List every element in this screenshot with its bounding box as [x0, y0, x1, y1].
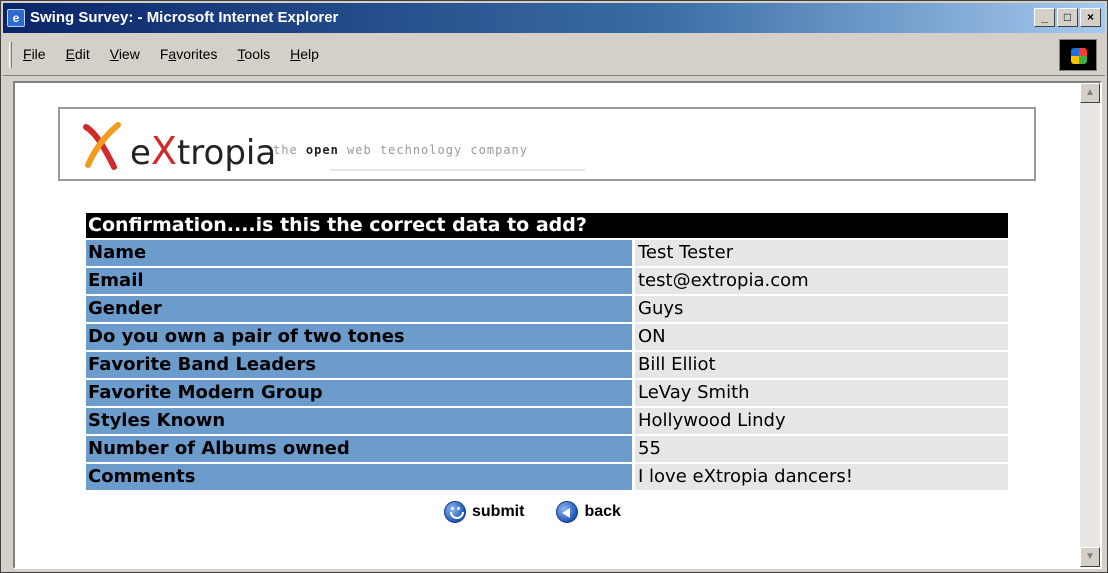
smiley-icon[interactable] [444, 501, 466, 523]
field-value: Guys [635, 296, 1008, 322]
table-row: Favorite Modern Group LeVay Smith [86, 380, 1008, 406]
title-bar[interactable]: e Swing Survey: - Microsoft Internet Exp… [3, 3, 1105, 33]
field-label: Do you own a pair of two tones [86, 324, 632, 350]
field-value: Hollywood Lindy [635, 408, 1008, 434]
field-value: Bill Elliot [635, 352, 1008, 378]
maximize-button[interactable]: □ [1057, 8, 1078, 27]
close-button[interactable]: × [1080, 8, 1101, 27]
minimize-button[interactable]: _ [1034, 8, 1055, 27]
field-value: test@extropia.com [635, 268, 1008, 294]
field-label: Gender [86, 296, 632, 322]
logo-tagline: the open web technology company [273, 143, 528, 157]
window-controls: _ □ × [1034, 8, 1101, 27]
field-value: LeVay Smith [635, 380, 1008, 406]
scroll-up-button[interactable]: ▲ [1080, 83, 1100, 103]
table-row: Do you own a pair of two tones ON [86, 324, 1008, 350]
menu-tools[interactable]: Tools [237, 46, 270, 62]
field-label: Number of Albums owned [86, 436, 632, 462]
windows-logo-throbber [1059, 39, 1097, 71]
field-label: Comments [86, 464, 632, 490]
back-label[interactable]: back [584, 503, 620, 521]
extropia-logo-icon [83, 122, 121, 170]
table-row: Name Test Tester [86, 240, 1008, 266]
field-label: Favorite Band Leaders [86, 352, 632, 378]
table-row: Favorite Band Leaders Bill Elliot [86, 352, 1008, 378]
confirmation-header: Confirmation....is this the correct data… [86, 213, 1008, 238]
submit-button[interactable]: submit [444, 501, 524, 523]
field-label: Favorite Modern Group [86, 380, 632, 406]
logo-banner: eXtropia the open web technology company [58, 107, 1036, 181]
menu-edit[interactable]: Edit [66, 46, 90, 62]
windows-flag-icon [1071, 48, 1087, 64]
menu-help[interactable]: Help [290, 46, 319, 62]
menu-file[interactable]: File [23, 46, 46, 62]
back-arrow-icon[interactable] [556, 501, 579, 523]
field-value: I love eXtropia dancers! [635, 464, 1008, 490]
menu-favorites[interactable]: Favorites [160, 46, 218, 62]
menu-grip[interactable] [9, 42, 12, 68]
menu-items: File Edit View Favorites Tools Help [23, 46, 319, 62]
table-row: Number of Albums owned 55 [86, 436, 1008, 462]
field-value: Test Tester [635, 240, 1008, 266]
field-value: ON [635, 324, 1008, 350]
browser-window: e Swing Survey: - Microsoft Internet Exp… [0, 0, 1108, 573]
ie-icon: e [7, 9, 25, 27]
menu-bar: File Edit View Favorites Tools Help [3, 34, 1105, 76]
confirmation-table: Confirmation....is this the correct data… [86, 213, 1008, 490]
back-button[interactable]: back [556, 501, 621, 523]
logo-wordmark: eXtropia [130, 129, 277, 173]
vertical-scrollbar[interactable]: ▲ ▼ [1080, 83, 1100, 567]
field-value: 55 [635, 436, 1008, 462]
submit-label[interactable]: submit [472, 503, 524, 521]
field-label: Styles Known [86, 408, 632, 434]
form-actions: submit back [444, 501, 621, 523]
menu-view[interactable]: View [110, 46, 140, 62]
logo-underline [330, 169, 585, 171]
scroll-down-button[interactable]: ▼ [1080, 547, 1100, 567]
table-row: Gender Guys [86, 296, 1008, 322]
table-row: Email test@extropia.com [86, 268, 1008, 294]
table-row: Comments I love eXtropia dancers! [86, 464, 1008, 490]
table-row: Styles Known Hollywood Lindy [86, 408, 1008, 434]
page-viewport: eXtropia the open web technology company… [13, 81, 1102, 569]
field-label: Email [86, 268, 632, 294]
window-title: Swing Survey: - Microsoft Internet Explo… [30, 9, 339, 26]
field-label: Name [86, 240, 632, 266]
